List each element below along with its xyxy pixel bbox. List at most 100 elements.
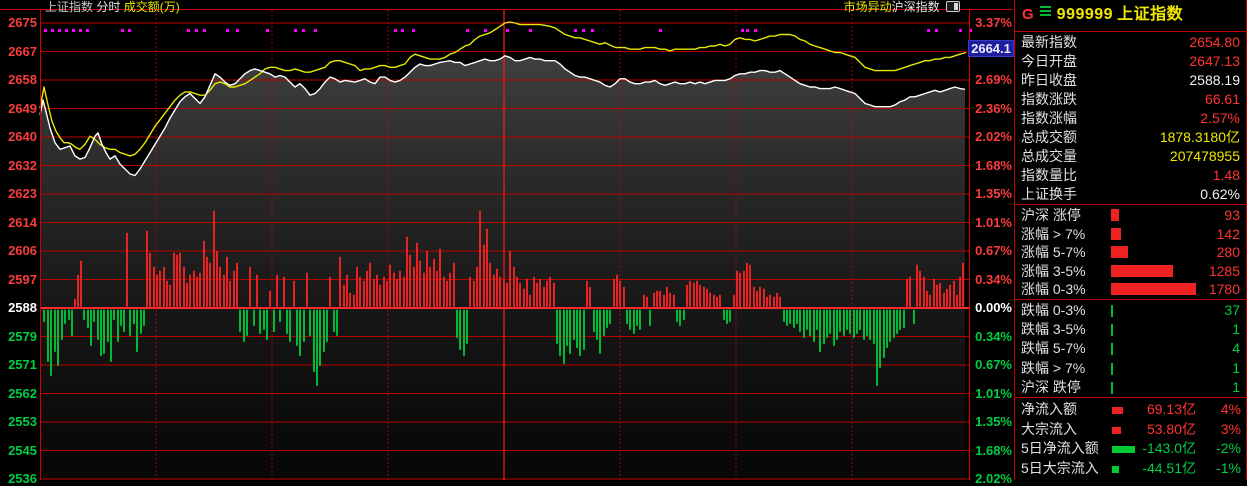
separator bbox=[1015, 204, 1246, 205]
current-price-marker: 2664.1 bbox=[968, 40, 1014, 57]
flow-percent: -1% bbox=[1216, 459, 1241, 479]
count-value: 142 bbox=[1217, 225, 1240, 244]
updown-label: 涨幅 5-7% bbox=[1021, 244, 1086, 260]
count-value: 37 bbox=[1224, 301, 1240, 320]
stat-label: 指数涨跌 bbox=[1021, 91, 1077, 107]
decliners-section: 跌幅 0-3%37跌幅 3-5%1跌幅 5-7%4跌幅 > 7%1沪深 跌停1 bbox=[1015, 301, 1246, 397]
panel-row: 涨幅 3-5%1285 bbox=[1015, 262, 1246, 281]
intraday-chart[interactable] bbox=[0, 0, 1013, 480]
percent-tick-label: 1.68% bbox=[973, 444, 1012, 458]
market-move-toggle[interactable]: 市场异动沪深指数 bbox=[844, 0, 960, 15]
panel-row: 总成交额1878.3180亿 bbox=[1015, 128, 1246, 147]
g-flag: G bbox=[1022, 6, 1034, 23]
panel-row: 最新指数 2654.80 bbox=[1015, 33, 1246, 52]
stat-value: 2654.80 bbox=[1189, 33, 1240, 52]
percent-tick-label: 2.02% bbox=[973, 130, 1012, 144]
updown-label: 跌幅 0-3% bbox=[1021, 302, 1086, 318]
flow-label: 大宗流入 bbox=[1021, 421, 1077, 437]
price-tick-label: 2536 bbox=[0, 472, 37, 486]
separator bbox=[1015, 397, 1246, 398]
count-bar bbox=[1111, 363, 1113, 375]
quote-panel-header[interactable]: G 999999上证指数 bbox=[1015, 0, 1246, 31]
updown-label: 跌幅 > 7% bbox=[1021, 360, 1085, 376]
panel-window-icon[interactable] bbox=[946, 1, 960, 12]
count-value: 280 bbox=[1217, 243, 1240, 262]
panel-row: 涨幅 0-3% 1780 bbox=[1015, 280, 1246, 299]
market-move-label[interactable]: 市场异动 bbox=[844, 0, 892, 14]
stat-value: 0.62% bbox=[1200, 185, 1240, 204]
price-tick-label: 2614 bbox=[0, 216, 37, 230]
flow-percent: 3% bbox=[1221, 420, 1241, 440]
flow-percent: 4% bbox=[1221, 400, 1241, 420]
stat-label: 最新指数 bbox=[1021, 34, 1077, 50]
panel-row: 总成交量 207478955 bbox=[1015, 147, 1246, 166]
price-tick-label: 2579 bbox=[0, 330, 37, 344]
stat-value: 2588.19 bbox=[1189, 71, 1240, 90]
chart-title-bar: 上证指数 分时 成交额(万) 市场异动沪深指数 bbox=[0, 0, 1013, 10]
count-bar bbox=[1111, 209, 1119, 221]
count-bar bbox=[1111, 228, 1121, 240]
price-tick-label: 2562 bbox=[0, 387, 37, 401]
stat-label: 总成交量 bbox=[1021, 148, 1077, 164]
percent-tick-label: 2.69% bbox=[973, 73, 1012, 87]
percent-tick-label: 0.00% bbox=[973, 301, 1012, 315]
count-value: 1 bbox=[1232, 359, 1240, 378]
index-title: 上证指数 bbox=[1117, 6, 1183, 23]
flow-label: 5日净流入额 bbox=[1021, 440, 1099, 456]
quote-stats-section: 最新指数 2654.80 今日开盘 2647.13 昨日收盘 2588.19 指数涨跌 66.… bbox=[1015, 33, 1246, 204]
chart-mode-label[interactable]: 分时 bbox=[96, 0, 120, 14]
money-flow-section: 净流入额69.13亿4%大宗流入 53.80亿 3%5日净流入额-143.0亿-2%… bbox=[1015, 400, 1246, 478]
stat-value: 1.48 bbox=[1213, 166, 1240, 185]
stat-value: 66.61 bbox=[1205, 90, 1240, 109]
stat-value: 207478955 bbox=[1170, 147, 1240, 166]
panel-row: 跌幅 > 7% 1 bbox=[1015, 359, 1246, 378]
flow-percent: -2% bbox=[1216, 439, 1241, 459]
count-value: 1780 bbox=[1209, 280, 1240, 299]
stat-label: 今日开盘 bbox=[1021, 53, 1077, 69]
quote-panel: G 999999上证指数 最新指数 2654.80 今日开盘 2647.13 昨日收盘 25… bbox=[1014, 0, 1247, 480]
percent-tick-label: 0.34% bbox=[973, 273, 1012, 287]
panel-row: 跌幅 0-3% 37 bbox=[1015, 301, 1246, 320]
panel-row: 涨幅 5-7% 280 bbox=[1015, 243, 1246, 262]
panel-row: 大宗流入 53.80亿 3% bbox=[1015, 420, 1246, 440]
price-tick-label: 2597 bbox=[0, 273, 37, 287]
stat-value: 1878.3180亿 bbox=[1160, 128, 1240, 147]
price-tick-label: 2545 bbox=[0, 444, 37, 458]
panel-row: 5日净流入额-143.0亿-2% bbox=[1015, 439, 1246, 459]
price-tick-label: 2640 bbox=[0, 130, 37, 144]
updown-label: 跌幅 3-5% bbox=[1021, 321, 1086, 337]
price-tick-label: 2667 bbox=[0, 45, 37, 59]
percent-tick-label: 3.37% bbox=[973, 16, 1012, 30]
percent-tick-label: 1.35% bbox=[973, 187, 1012, 201]
price-tick-label: 2588 bbox=[0, 301, 37, 315]
flow-bar bbox=[1112, 407, 1123, 414]
updown-label: 涨幅 0-3% bbox=[1021, 281, 1086, 297]
hs-index-label[interactable]: 沪深指数 bbox=[892, 0, 940, 14]
panel-row: 今日开盘 2647.13 bbox=[1015, 52, 1246, 71]
flow-label: 净流入额 bbox=[1021, 401, 1077, 417]
panel-row: 净流入额69.13亿4% bbox=[1015, 400, 1246, 420]
stat-label: 上证换手 bbox=[1021, 186, 1077, 202]
panel-row: 沪深 涨停93 bbox=[1015, 206, 1246, 225]
trading-app: { "title_bar": { "index_name": "上证指数", "… bbox=[0, 0, 1247, 480]
menu-icon[interactable] bbox=[1040, 4, 1051, 18]
price-tick-label: 2649 bbox=[0, 102, 37, 116]
count-value: 1 bbox=[1232, 378, 1240, 397]
count-bar bbox=[1111, 265, 1173, 277]
chart-title-left: 上证指数 分时 成交额(万) bbox=[45, 0, 180, 15]
updown-label: 沪深 涨停 bbox=[1021, 207, 1081, 223]
price-tick-label: 2658 bbox=[0, 73, 37, 87]
stat-label: 昨日收盘 bbox=[1021, 72, 1077, 88]
flow-amount: 53.80亿 bbox=[1147, 420, 1196, 440]
stat-value: 2.57% bbox=[1200, 109, 1240, 128]
index-name-label: 上证指数 bbox=[45, 0, 93, 14]
percent-tick-label: 0.67% bbox=[973, 358, 1012, 372]
index-code: 999999 bbox=[1057, 6, 1113, 23]
panel-row: 跌幅 5-7%4 bbox=[1015, 339, 1246, 358]
panel-row: 昨日收盘 2588.19 bbox=[1015, 71, 1246, 90]
panel-row: 上证换手 0.62% bbox=[1015, 185, 1246, 204]
stat-value: 2647.13 bbox=[1189, 52, 1240, 71]
percent-tick-label: 1.01% bbox=[973, 216, 1012, 230]
count-bar bbox=[1111, 382, 1113, 394]
price-tick-label: 2553 bbox=[0, 415, 37, 429]
